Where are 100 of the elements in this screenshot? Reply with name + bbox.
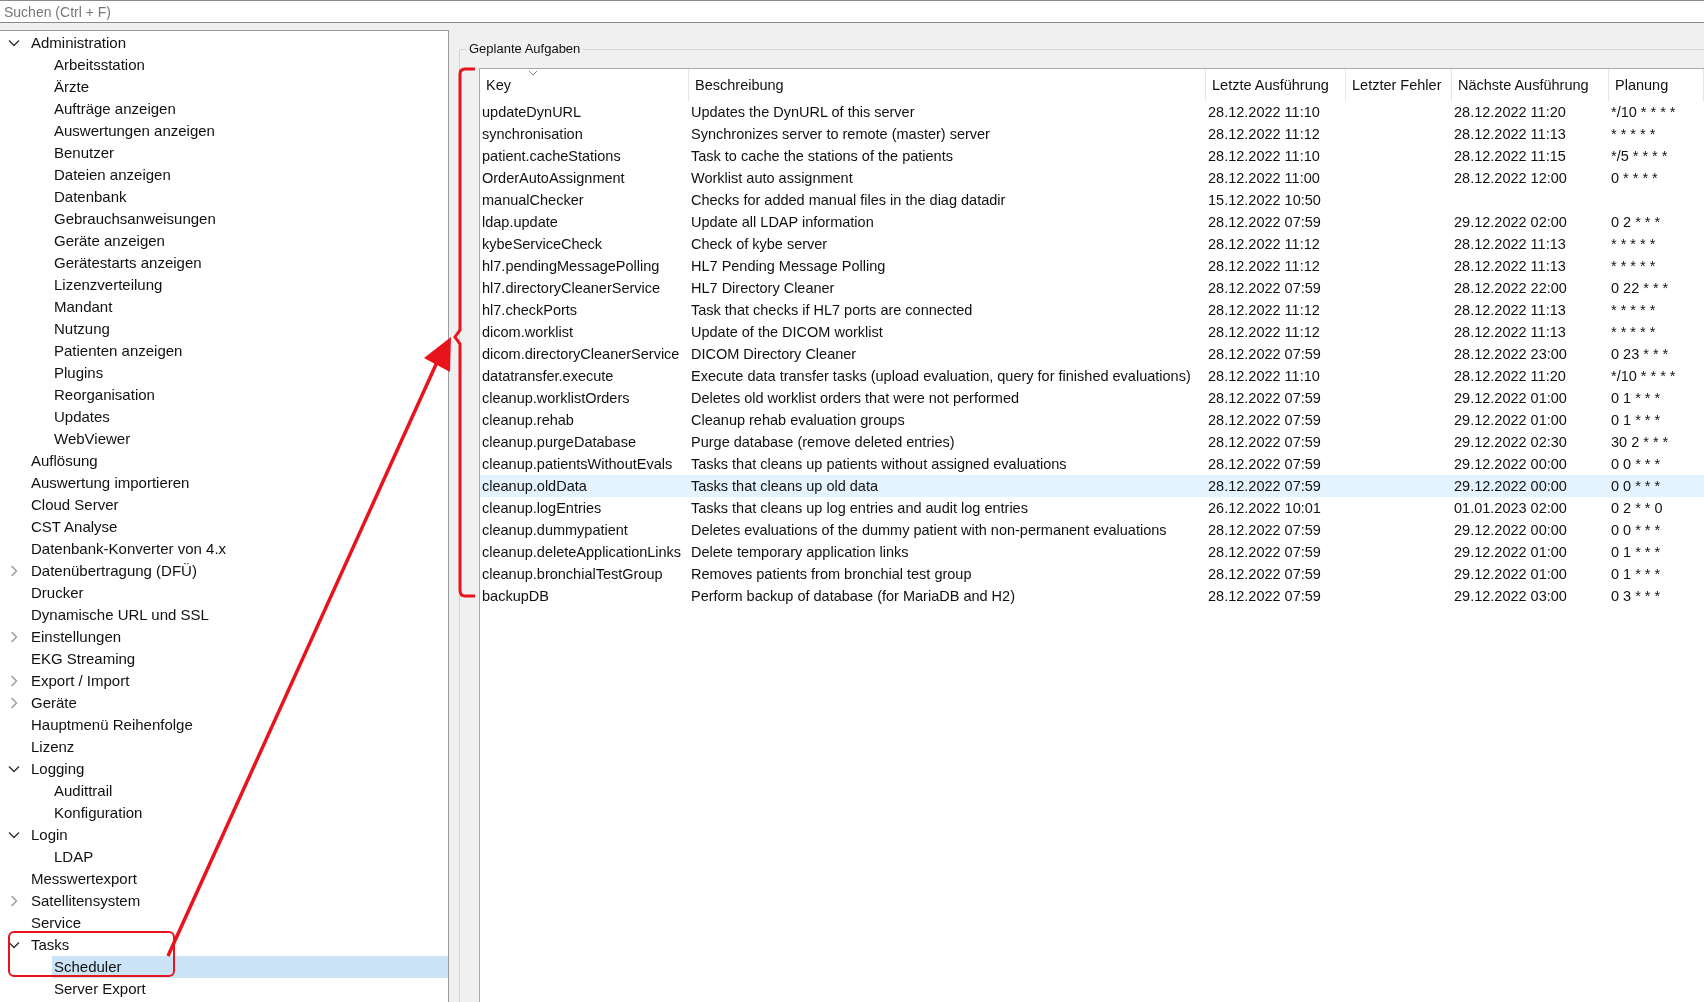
tree-item[interactable]: Lizenz [29,736,77,758]
chevron-down-icon[interactable] [8,37,20,49]
table-cell-text: 28.12.2022 07:59 [1207,521,1322,540]
search-field[interactable]: Suchen (Ctrl + F) [0,0,1704,23]
tree-item[interactable]: Server Export [52,978,148,1000]
tree-item[interactable]: Datenbank [52,186,129,208]
column-header[interactable]: Planung [1609,69,1704,101]
table-cell-text: 28.12.2022 11:20 [1453,367,1567,386]
table-cell-text: 0 3 * * * [1610,587,1662,606]
tree-item[interactable]: Lizenzverteilung [52,274,165,296]
tree-item[interactable]: Updates [52,406,112,428]
table-cell-text: 28.12.2022 07:59 [1207,279,1322,298]
table-cell-text: Update of the DICOM worklist [690,323,884,342]
tree-item[interactable]: CST Analyse [29,516,120,538]
tree-item[interactable]: Geräte [29,692,79,714]
chevron-down-icon[interactable] [8,829,20,841]
table-cell-text: 29.12.2022 00:00 [1453,455,1568,474]
table-cell-text: hl7.checkPorts [481,301,579,320]
tree-item[interactable]: Reorganisation [52,384,157,406]
tree-item[interactable]: Export / Import [29,670,132,692]
table-cell-text: 28.12.2022 11:12 [1207,235,1321,254]
table-cell-text: * * * * * [1610,323,1657,342]
tree-item[interactable]: Auswertung importieren [29,472,192,494]
table-cell-text: 29.12.2022 02:00 [1453,213,1568,232]
tree-item[interactable]: Auflösung [29,450,100,472]
tree-item[interactable]: Nutzung [52,318,112,340]
table-cell-text: Deletes old worklist orders that were not performed [690,389,1020,408]
chevron-down-icon[interactable] [8,763,20,775]
tree-item[interactable]: Audittrail [52,780,115,802]
tree-item[interactable]: Patienten anzeigen [52,340,185,362]
table-cell-text: 0 1 * * * [1610,411,1662,430]
table-cell-text: 28.12.2022 11:20 [1453,103,1567,122]
table-cell-text: 28.12.2022 07:59 [1207,543,1322,562]
table-cell-text: 28.12.2022 11:12 [1207,257,1321,276]
table-cell-text: 28.12.2022 11:10 [1207,103,1321,122]
tree-item[interactable]: Dateien anzeigen [52,164,173,186]
tree-item[interactable]: Aufträge anzeigen [52,98,178,120]
tree-item[interactable]: Geräte anzeigen [52,230,167,252]
tree-item[interactable]: Ärzte [52,76,91,98]
table-cell-text: 28.12.2022 11:13 [1453,323,1567,342]
column-header[interactable]: Letzte Ausführung [1206,69,1346,101]
table-cell-text: hl7.pendingMessagePolling [481,257,661,276]
table-cell-text: 26.12.2022 10:01 [1207,499,1322,518]
tree-item[interactable]: Drucker [29,582,86,604]
tree-item[interactable]: Tasks [29,934,72,956]
table-cell-text: Deletes evaluations of the dummy patient with non-permanent evaluations [690,521,1168,540]
table-cell-text: Tasks that cleans up log entries and audit log entries [690,499,1029,518]
tree-item[interactable]: Plugins [52,362,106,384]
tree-item[interactable]: Datenbank-Konverter von 4.x [29,538,229,560]
table-cell-text: HL7 Directory Cleaner [690,279,836,298]
table-cell: Tasks that cleans up old data [689,475,1206,497]
table-cell-text: 28.12.2022 07:59 [1207,565,1322,584]
chevron-right-icon[interactable] [8,631,20,643]
table-cell-text: 0 * * * * [1610,169,1659,188]
table-cell-text: manualChecker [481,191,585,210]
table-cell-text: cleanup.dummypatient [481,521,629,540]
table-cell-text: 28.12.2022 07:59 [1207,433,1322,452]
column-header[interactable]: Letzter Fehler [1346,69,1452,101]
tree-item[interactable]: LDAP [52,846,96,868]
tree-item[interactable]: Gerätestarts anzeigen [52,252,204,274]
tree-item[interactable]: Gebrauchsanweisungen [52,208,218,230]
tree-item[interactable]: Hauptmenü Reihenfolge [29,714,195,736]
table-cell-text: 28.12.2022 07:59 [1207,213,1322,232]
table-cell-text: 29.12.2022 01:00 [1453,411,1568,430]
table-cell-text: 0 2 * * * [1610,213,1662,232]
tree-item[interactable]: Login [29,824,70,846]
tree-item[interactable]: Datenübertragung (DFÜ) [29,560,199,582]
tree-item[interactable]: Logging [29,758,87,780]
table-cell-text: */5 * * * * [1610,147,1669,166]
column-header[interactable]: Nächste Ausführung [1452,69,1609,101]
table-cell-text: * * * * * [1610,257,1657,276]
tree-item[interactable]: Einstellungen [29,626,124,648]
column-header[interactable]: Beschreibung [689,69,1206,101]
tree-item[interactable]: Cloud Server [29,494,121,516]
tree-item[interactable]: Mandant [52,296,115,318]
table-cell-text: cleanup.worklistOrders [481,389,631,408]
chevron-right-icon[interactable] [8,697,20,709]
chevron-right-icon[interactable] [8,895,20,907]
tree-item[interactable]: Messwertexport [29,868,139,890]
table-cell-text: Worklist auto assignment [690,169,854,188]
chevron-right-icon[interactable] [8,565,20,577]
tree-item[interactable]: Administration [29,32,129,54]
table-cell: 0 0 * * * [1609,475,1704,497]
tree-item[interactable]: Dynamische URL und SSL [29,604,211,626]
tree-item[interactable]: Auswertungen anzeigen [52,120,217,142]
tree-item[interactable]: Service [29,912,84,934]
tree-item[interactable]: Scheduler [52,956,448,978]
tree-item[interactable]: Arbeitsstation [52,54,147,76]
chevron-down-icon[interactable] [8,939,20,951]
tree-item[interactable]: Konfiguration [52,802,145,824]
tree-item[interactable]: Benutzer [52,142,117,164]
table-cell-text: Perform backup of database (for MariaDB and H2) [690,587,1016,606]
column-header[interactable]: Key [480,69,689,101]
tree-item[interactable]: Satellitensystem [29,890,143,912]
tree-item[interactable]: EKG Streaming [29,648,138,670]
table-cell-text: backupDB [481,587,550,606]
table-cell-text: cleanup.bronchialTestGroup [481,565,664,584]
table-cell-text: 01.01.2023 02:00 [1453,499,1568,518]
tree-item[interactable]: WebViewer [52,428,133,450]
chevron-right-icon[interactable] [8,675,20,687]
